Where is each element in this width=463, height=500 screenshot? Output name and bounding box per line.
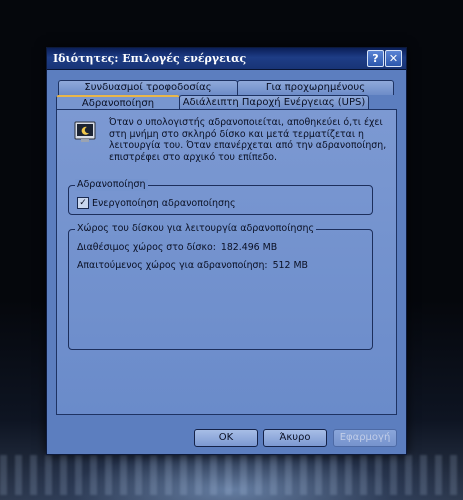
enable-hibernate-checkbox[interactable]: ✓ (77, 197, 89, 209)
close-button[interactable]: ✕ (385, 50, 402, 67)
window-title: Ιδιότητες: Επιλογές ενέργειας (53, 52, 247, 65)
required-space-value: 512 MB (272, 260, 308, 271)
hibernate-tab-panel: Όταν ο υπολογιστής αδρανοποιείται, αποθη… (56, 109, 397, 415)
disk-space-group: Χώρος του δίσκου για λειτουργία αδρανοπο… (68, 223, 373, 350)
required-space-row: Απαιτούμενος χώρος για αδρανοποίηση: 512 … (77, 260, 308, 271)
disk-space-group-title: Χώρος του δίσκου για λειτουργία αδρανοπο… (75, 223, 317, 235)
power-options-dialog: Ιδιότητες: Επιλογές ενέργειας ? ✕ Συνδυα… (46, 47, 407, 455)
tab-ups[interactable]: Αδιάλειπτη Παροχή Ενέργειας (UPS) (179, 95, 369, 110)
help-button[interactable]: ? (367, 50, 384, 67)
ok-button[interactable]: OK (194, 429, 258, 447)
hibernate-group: Αδρανοποίηση ✓ Ενεργοποίηση αδρανοποίηση… (68, 179, 373, 215)
free-space-label: Διαθέσιμος χώρος στο δίσκο: (77, 242, 216, 253)
desktop-background-streaks (0, 455, 463, 495)
apply-button[interactable]: Εφαρμογή (333, 429, 397, 447)
tab-advanced[interactable]: Για προχωρημένους (237, 80, 394, 95)
free-space-row: Διαθέσιμος χώρος στο δίσκο: 182.496 MB (77, 242, 277, 253)
checkmark-icon: ✓ (79, 198, 87, 208)
tab-power-schemes[interactable]: Συνδυασμοί τροφοδοσίας (58, 80, 238, 95)
cancel-button[interactable]: Άκυρο (263, 429, 327, 447)
help-icon: ? (372, 52, 379, 65)
enable-hibernate-option[interactable]: ✓ Ενεργοποίηση αδρανοποίησης (77, 197, 236, 209)
close-icon: ✕ (388, 52, 399, 65)
title-bar[interactable]: Ιδιότητες: Επιλογές ενέργειας ? ✕ (47, 48, 406, 70)
required-space-label: Απαιτούμενος χώρος για αδρανοποίηση: (77, 260, 268, 271)
free-space-value: 182.496 MB (220, 242, 278, 253)
hibernate-computer-icon (74, 121, 96, 142)
enable-hibernate-label[interactable]: Ενεργοποίηση αδρανοποίησης (92, 198, 236, 209)
hibernate-description: Όταν ο υπολογιστής αδρανοποιείται, αποθη… (109, 117, 387, 163)
hibernate-group-title: Αδρανοποίηση (75, 179, 148, 191)
